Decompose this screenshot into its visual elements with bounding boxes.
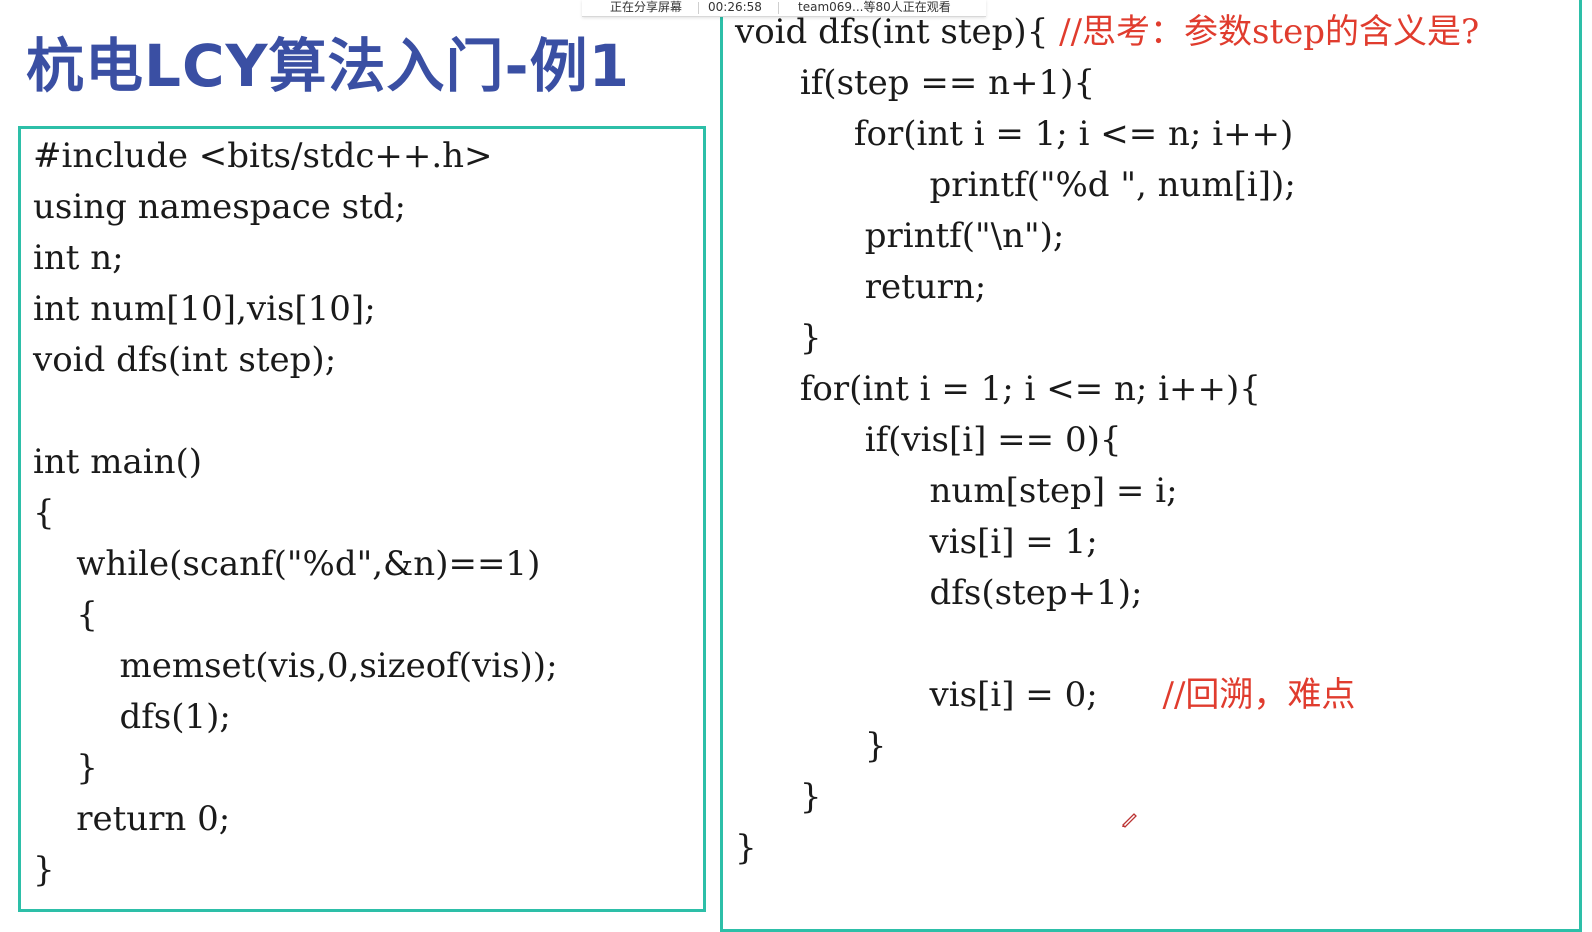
left-code-line: while(scanf("%d",&n)==1): [33, 544, 541, 584]
code-text: }: [735, 777, 822, 817]
code-text: if(step == n+1){: [735, 63, 1096, 103]
code-text: }: [735, 828, 757, 868]
left-code-line: }: [33, 748, 98, 788]
left-code-line: #include <bits/stdc++.h>: [33, 136, 493, 176]
right-code-line: }: [735, 772, 822, 823]
right-code-line: }: [735, 313, 822, 364]
right-code-line: }: [735, 823, 757, 874]
right-code-line: vis[i] = 0; //回溯，难点: [735, 670, 1356, 721]
code-text: }: [735, 318, 822, 358]
right-code-line: if(step == n+1){: [735, 58, 1095, 109]
code-text: }: [735, 726, 887, 766]
right-code-line: printf("%d ", num[i]);: [735, 160, 1296, 211]
left-code-panel: #include <bits/stdc++.h> using namespace …: [18, 126, 706, 912]
left-code-line: {: [33, 595, 98, 635]
right-code-line: num[step] = i;: [735, 466, 1178, 517]
right-code-line: return;: [735, 262, 987, 313]
code-comment: //思考：参数step的含义是?: [1059, 12, 1480, 52]
left-code-line: memset(vis,0,sizeof(vis));: [33, 646, 558, 686]
code-text: vis[i] = 1;: [735, 522, 1098, 562]
right-code-line: for(int i = 1; i <= n; i++): [735, 109, 1293, 160]
share-divider: [778, 2, 779, 14]
left-code-line: void dfs(int step);: [33, 340, 337, 380]
right-code-line: for(int i = 1; i <= n; i++){: [735, 364, 1261, 415]
code-text: void dfs(int step){: [735, 12, 1060, 52]
code-text: for(int i = 1; i <= n; i++): [735, 114, 1294, 154]
left-code-line: using namespace std;: [33, 187, 407, 227]
code-text: if(vis[i] == 0){: [735, 420, 1122, 460]
left-code-line: int main(): [33, 442, 203, 482]
share-status-label: 正在分享屏幕: [610, 0, 683, 14]
left-code-line: dfs(1);: [33, 697, 231, 737]
left-code-line: {: [33, 493, 55, 533]
share-divider: [698, 2, 699, 14]
right-code-line: vis[i] = 1;: [735, 517, 1098, 568]
share-viewers[interactable]: team069...等80人正在观看: [798, 0, 951, 15]
code-text: dfs(step+1);: [735, 573, 1143, 613]
code-text: return;: [735, 267, 987, 307]
code-text: vis[i] = 0;: [735, 675, 1163, 715]
slide-title: 杭电LCY算法入门-例1: [26, 32, 630, 100]
code-text: num[step] = i;: [735, 471, 1178, 511]
right-code-panel: void dfs(int step){ //思考：参数step的含义是? if(…: [720, 0, 1582, 932]
code-text: printf("\n");: [735, 216, 1065, 256]
share-timer: 00:26:58: [708, 0, 762, 14]
left-code-line: int num[10],vis[10];: [33, 289, 376, 329]
screen-share-bar[interactable]: 正在分享屏幕 00:26:58 team069...等80人正在观看: [582, 0, 986, 17]
right-code-line: if(vis[i] == 0){: [735, 415, 1122, 466]
left-code-line: }: [33, 850, 55, 890]
right-code-line: }: [735, 721, 887, 772]
left-code-line: int n;: [33, 238, 124, 278]
right-code-line: dfs(step+1);: [735, 568, 1143, 619]
left-code-line: return 0;: [33, 799, 231, 839]
code-text: printf("%d ", num[i]);: [735, 165, 1296, 205]
right-code-line: printf("\n");: [735, 211, 1065, 262]
code-text: for(int i = 1; i <= n; i++){: [735, 369, 1261, 409]
pen-cursor-icon: [1122, 813, 1137, 828]
code-comment: //回溯，难点: [1162, 675, 1356, 715]
